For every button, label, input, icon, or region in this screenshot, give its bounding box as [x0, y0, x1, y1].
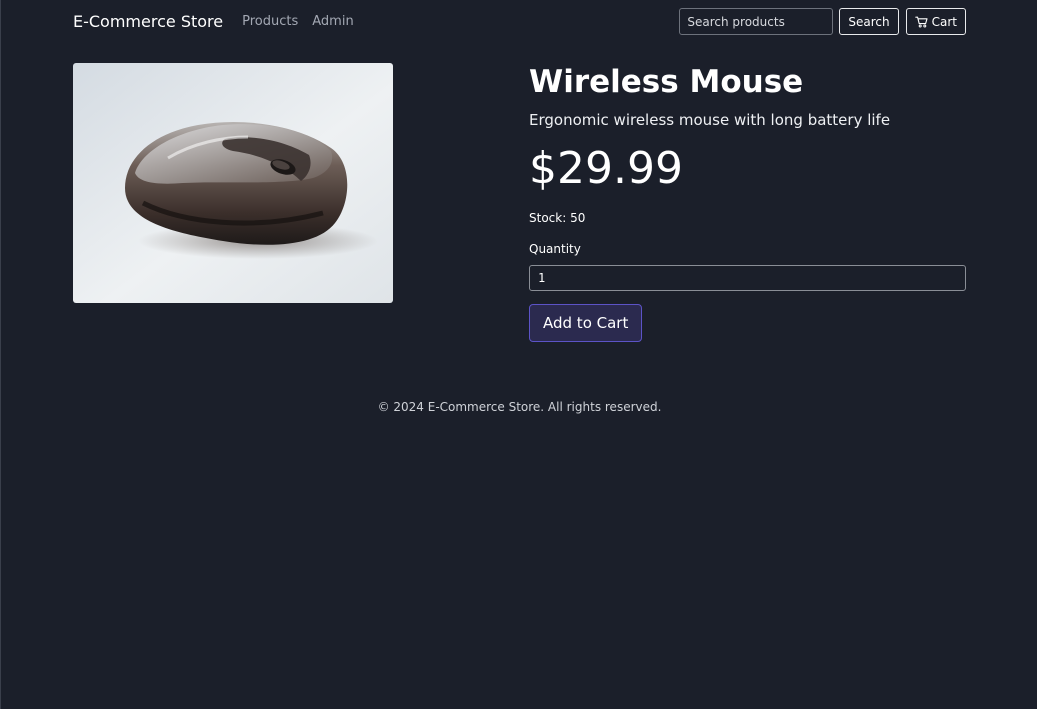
product-title: Wireless Mouse	[529, 64, 804, 100]
footer: © 2024 E-Commerce Store. All rights rese…	[377, 400, 662, 414]
product-description: Ergonomic wireless mouse with long batte…	[529, 111, 891, 129]
brand-link[interactable]: E-Commerce Store	[73, 12, 223, 31]
stock-status: Stock: 50	[529, 211, 586, 225]
cart-button[interactable]: Cart	[905, 8, 966, 35]
nav-links: Products Admin	[242, 14, 354, 29]
quantity-input[interactable]	[529, 265, 966, 291]
search-input[interactable]	[679, 8, 834, 35]
nav-right: Search Cart	[679, 8, 966, 35]
add-to-cart-label: Add to Cart	[543, 314, 629, 332]
nav-link-products[interactable]: Products	[242, 14, 298, 29]
page: E-Commerce Store Products Admin Search C…	[0, 0, 1037, 709]
product-price: $29.99	[529, 143, 683, 194]
cart-button-label: Cart	[931, 14, 957, 29]
shopping-cart-icon	[914, 16, 928, 28]
product-image	[73, 63, 393, 303]
quantity-label: Quantity	[529, 242, 581, 256]
search-button-label: Search	[848, 14, 890, 29]
navbar: E-Commerce Store Products Admin Search C…	[73, 8, 966, 35]
product-details: Wireless Mouse Ergonomic wireless mouse …	[529, 63, 966, 342]
add-to-cart-button[interactable]: Add to Cart	[529, 304, 643, 342]
nav-link-admin[interactable]: Admin	[312, 14, 353, 29]
search-button[interactable]: Search	[839, 8, 899, 35]
